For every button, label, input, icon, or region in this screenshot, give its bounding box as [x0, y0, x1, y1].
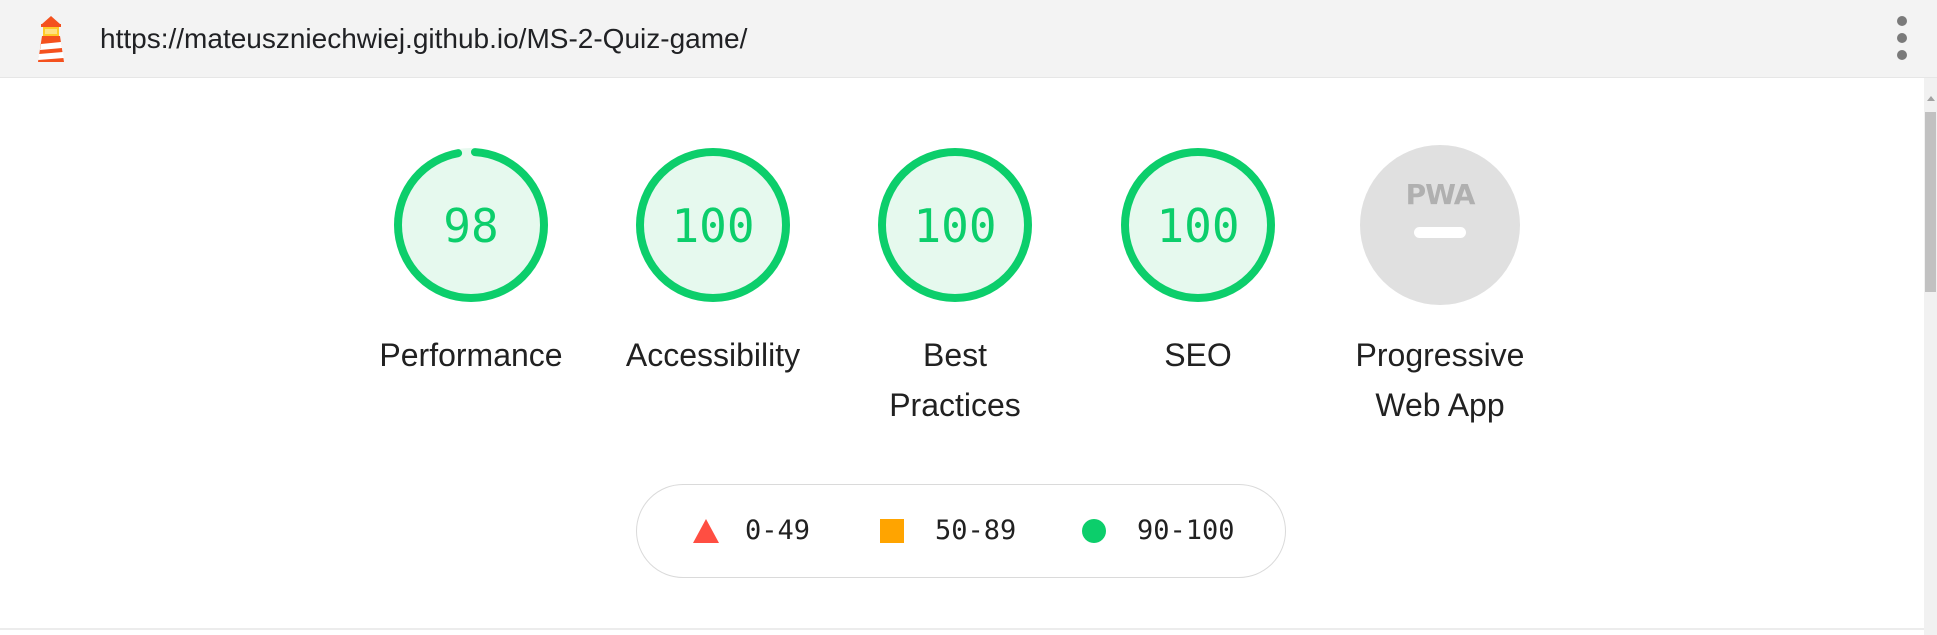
legend-range: 0-49	[745, 515, 811, 546]
legend-range: 50-89	[935, 515, 1017, 546]
section-divider	[0, 628, 1924, 630]
gauge-score: 100	[671, 199, 754, 253]
lighthouse-icon	[38, 16, 64, 62]
triangle-icon	[693, 519, 719, 543]
gauge-seo[interactable]: 100 SEO	[1093, 142, 1303, 380]
gauge-score: 98	[443, 199, 498, 253]
accessibility-gauge-ring: 100	[636, 148, 790, 302]
scroll-up-arrow-icon[interactable]	[1927, 96, 1935, 101]
gauge-label: SEO	[1164, 337, 1232, 373]
pwa-icon: PWA	[1406, 178, 1476, 211]
score-legend: 0-49 50-89 90-100	[636, 484, 1286, 578]
gauge-score: 100	[1156, 199, 1239, 253]
best-practices-gauge-ring: 100	[878, 148, 1032, 302]
gauge-accessibility[interactable]: 100 Accessibility	[608, 142, 818, 380]
performance-gauge-ring: 98	[394, 148, 548, 302]
seo-gauge-ring: 100	[1121, 148, 1275, 302]
gauge-score: 100	[913, 199, 996, 253]
kebab-menu-icon[interactable]	[1895, 16, 1909, 62]
score-gauges: 98 Performance 100 Accessibility 100 Bes…	[366, 142, 1561, 442]
gauge-pwa[interactable]: PWA Progressive Web App	[1335, 142, 1545, 430]
address-bar: https://mateuszniechwiej.github.io/MS-2-…	[0, 0, 1937, 78]
legend-range: 90-100	[1137, 515, 1235, 546]
gauge-label: Progressive Web App	[1355, 337, 1525, 423]
circle-icon	[1082, 519, 1106, 543]
gauge-performance[interactable]: 98 Performance	[366, 142, 576, 380]
gauge-label: Accessibility	[625, 337, 801, 373]
square-icon	[880, 519, 904, 543]
gauge-label: Best Practices	[889, 337, 1021, 423]
gauge-best-practices[interactable]: 100 Best Practices	[850, 142, 1060, 430]
pwa-gauge-badge: PWA	[1360, 145, 1520, 305]
gauge-label: Performance	[379, 337, 563, 373]
scroll-thumb[interactable]	[1925, 112, 1936, 292]
vertical-scrollbar[interactable]	[1924, 78, 1937, 635]
url-text[interactable]: https://mateuszniechwiej.github.io/MS-2-…	[100, 0, 747, 78]
